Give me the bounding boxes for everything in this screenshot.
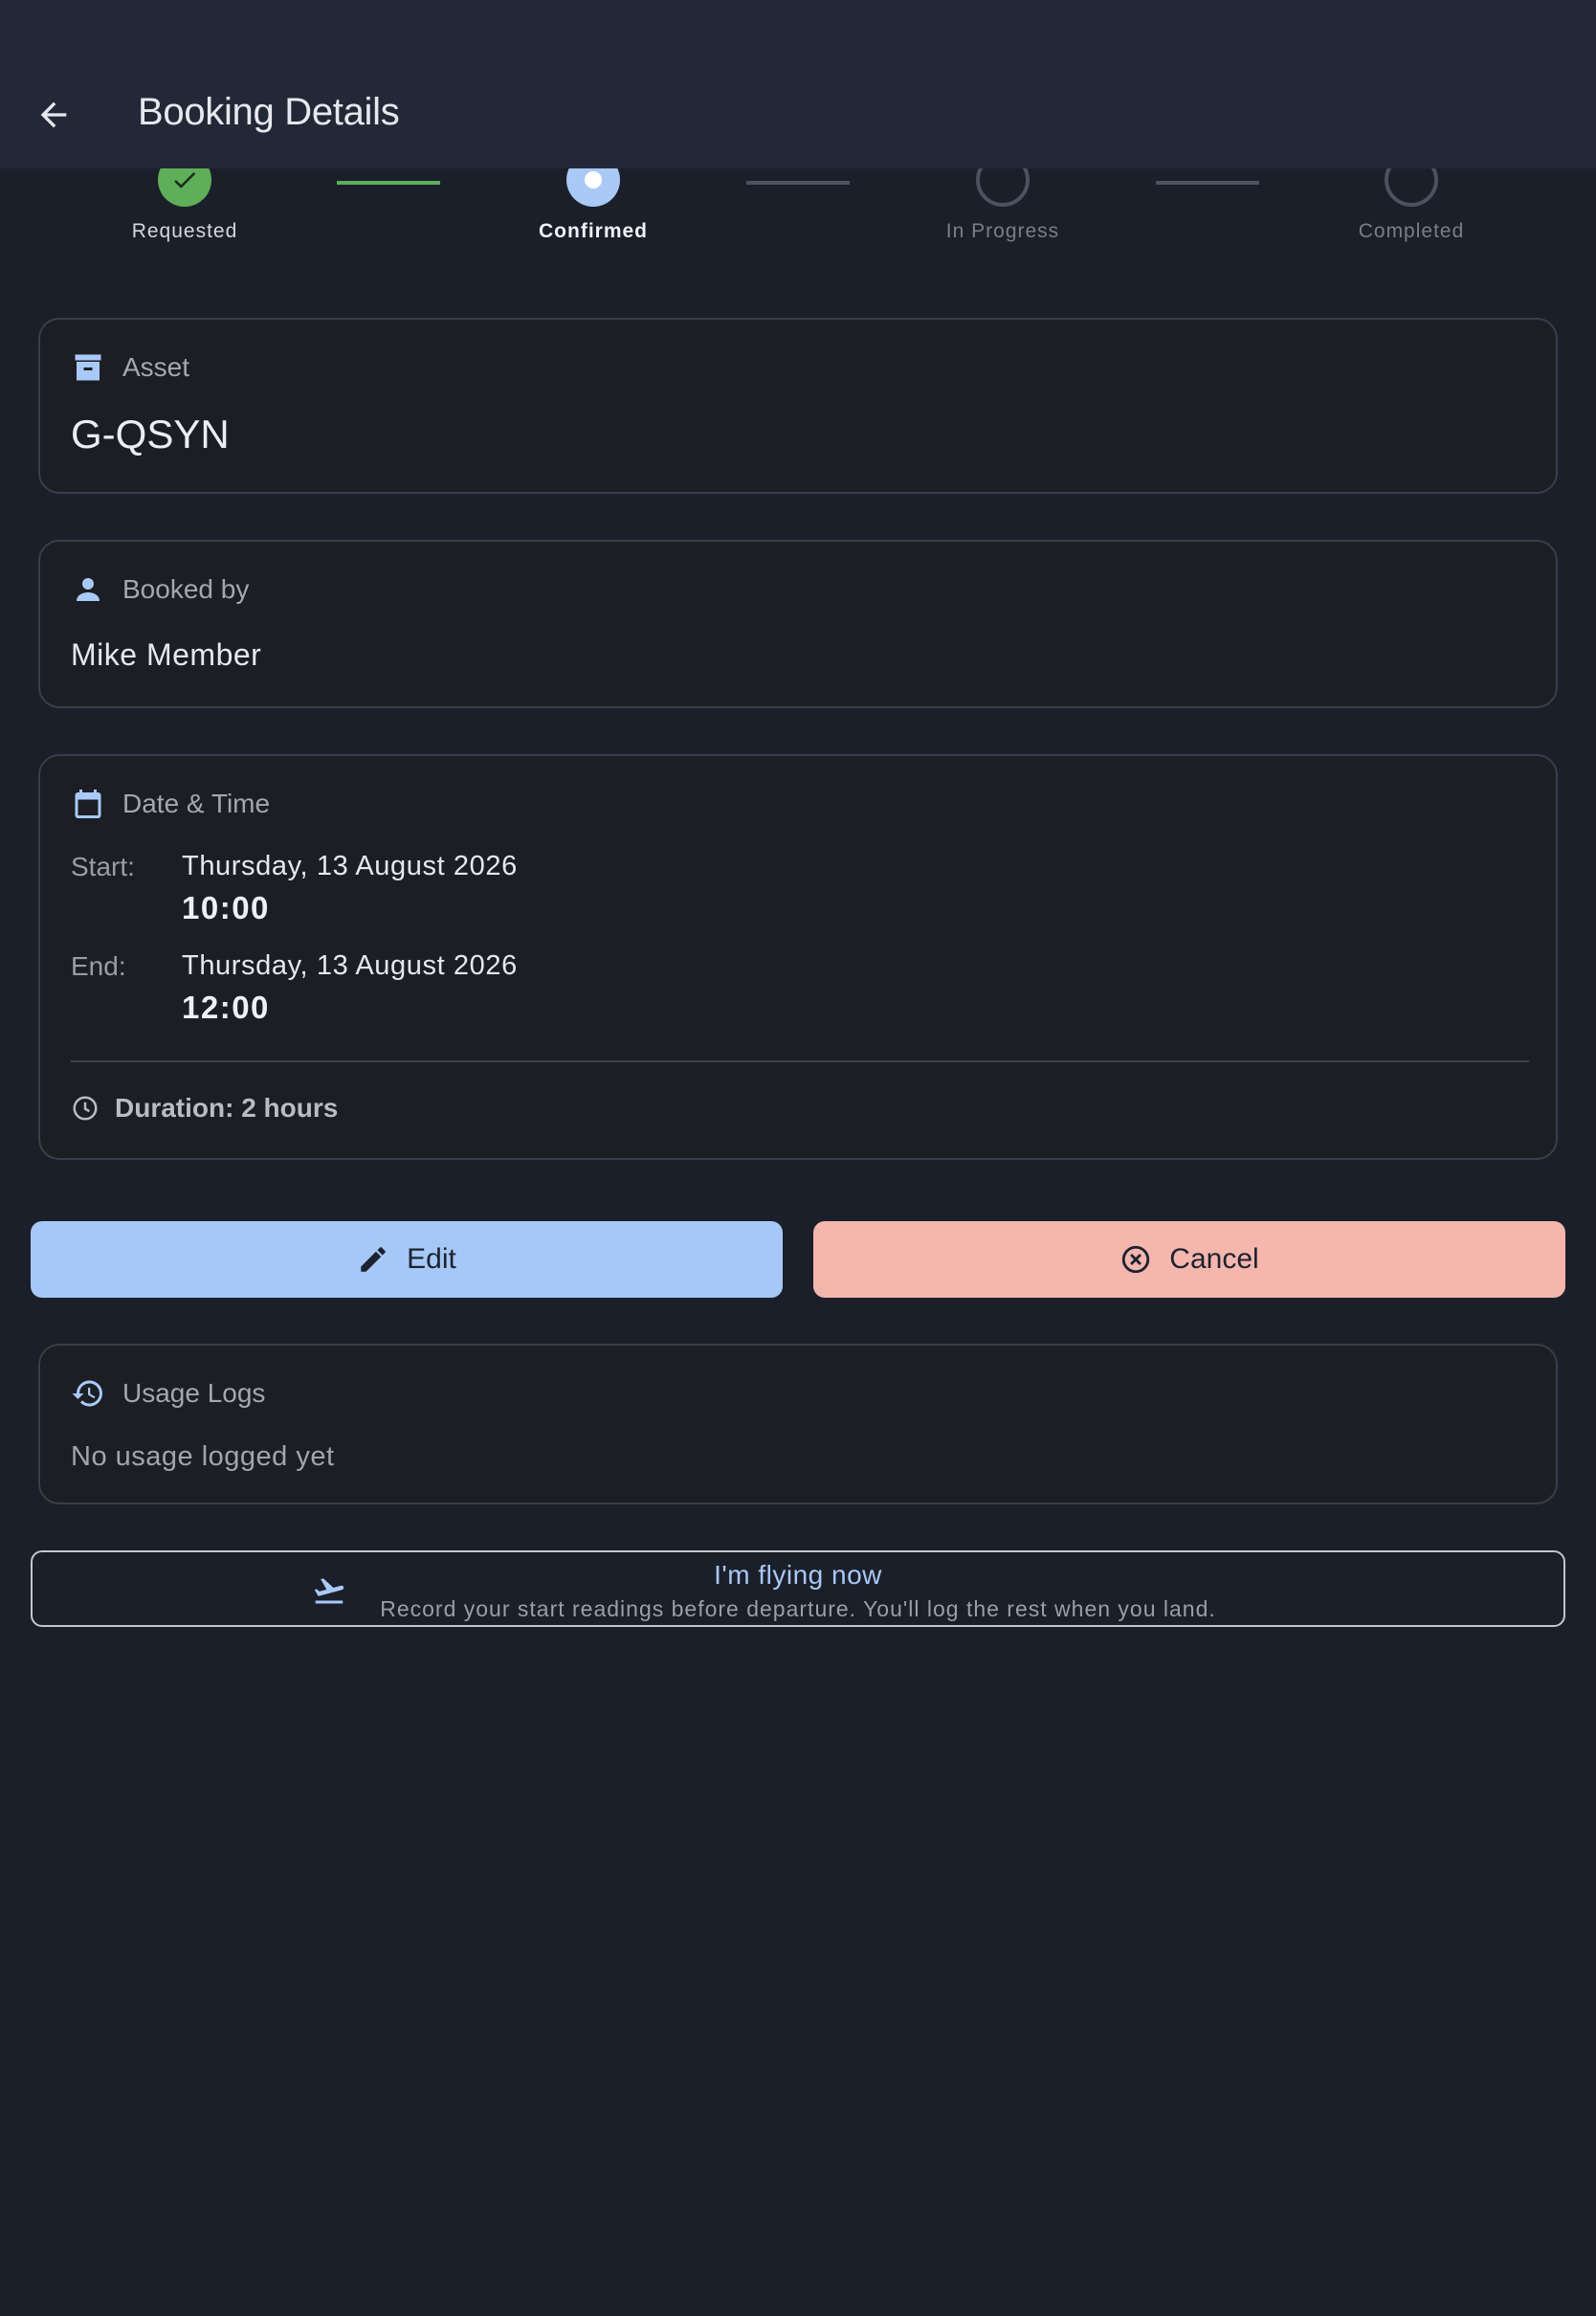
step-connector bbox=[1156, 181, 1259, 185]
pencil-icon bbox=[361, 1247, 386, 1272]
usage-empty-text: No usage logged yet bbox=[71, 1441, 335, 1472]
booking-status-stepper: Requested Confirmed In Progress Complete… bbox=[0, 153, 1596, 258]
edit-button[interactable]: Edit bbox=[31, 1221, 783, 1298]
edit-label: Edit bbox=[407, 1243, 456, 1275]
flying-now-button[interactable]: I'm flying now Record your start reading… bbox=[31, 1550, 1565, 1627]
start-date: Thursday, 13 August 2026 bbox=[182, 851, 518, 881]
calendar-icon bbox=[75, 790, 101, 818]
booked-by-heading: Booked by bbox=[122, 574, 250, 604]
step-connector bbox=[746, 181, 850, 185]
flying-now-subtitle: Record your start readings before depart… bbox=[380, 1596, 1216, 1621]
usage-logs-heading: Usage Logs bbox=[122, 1378, 266, 1408]
start-label: Start: bbox=[71, 852, 135, 881]
end-label: End: bbox=[71, 951, 126, 981]
date-time-card: Date & Time Start: Thursday, 13 August 2… bbox=[38, 754, 1558, 1160]
booked-by-card: Booked by Mike Member bbox=[38, 540, 1558, 708]
date-time-heading: Date & Time bbox=[122, 789, 271, 818]
cancel-label: Cancel bbox=[1169, 1243, 1259, 1275]
duration-text: Duration: 2 hours bbox=[115, 1093, 339, 1123]
cancel-button[interactable]: Cancel bbox=[813, 1221, 1565, 1298]
circle-x-icon bbox=[1122, 1245, 1150, 1274]
step-connector bbox=[337, 181, 440, 185]
usage-logs-card: Usage Logs No usage logged yet bbox=[38, 1344, 1558, 1504]
step-label: In Progress bbox=[945, 220, 1060, 242]
asset-card-header: Asset bbox=[71, 350, 189, 385]
asset-heading: Asset bbox=[122, 352, 190, 382]
step-label: Confirmed bbox=[539, 220, 648, 242]
duration-row: Duration: 2 hours bbox=[71, 1093, 338, 1124]
asset-card: Asset G-QSYN bbox=[38, 318, 1558, 494]
usage-logs-header: Usage Logs bbox=[71, 1376, 265, 1411]
end-date: Thursday, 13 August 2026 bbox=[182, 950, 518, 981]
date-time-header: Date & Time bbox=[71, 787, 270, 821]
person-icon bbox=[77, 578, 100, 601]
check-icon bbox=[174, 172, 196, 189]
end-time: 12:00 bbox=[182, 990, 270, 1025]
history-icon bbox=[72, 1380, 102, 1407]
asset-value: G-QSYN bbox=[71, 412, 230, 457]
arrow-left-icon bbox=[40, 101, 67, 128]
step-label: Requested bbox=[131, 220, 238, 242]
start-time: 10:00 bbox=[182, 890, 270, 925]
booked-by-header: Booked by bbox=[71, 572, 249, 607]
booked-by-value: Mike Member bbox=[71, 637, 262, 672]
clock-icon bbox=[73, 1096, 98, 1121]
step-label: Completed bbox=[1358, 220, 1465, 242]
divider bbox=[71, 1060, 1529, 1062]
app-bar: Booking Details bbox=[0, 0, 1596, 168]
archive-box-icon bbox=[75, 354, 101, 381]
back-button[interactable] bbox=[21, 82, 86, 147]
page-title: Booking Details bbox=[138, 91, 400, 133]
flying-now-title: I'm flying now bbox=[714, 1560, 882, 1590]
